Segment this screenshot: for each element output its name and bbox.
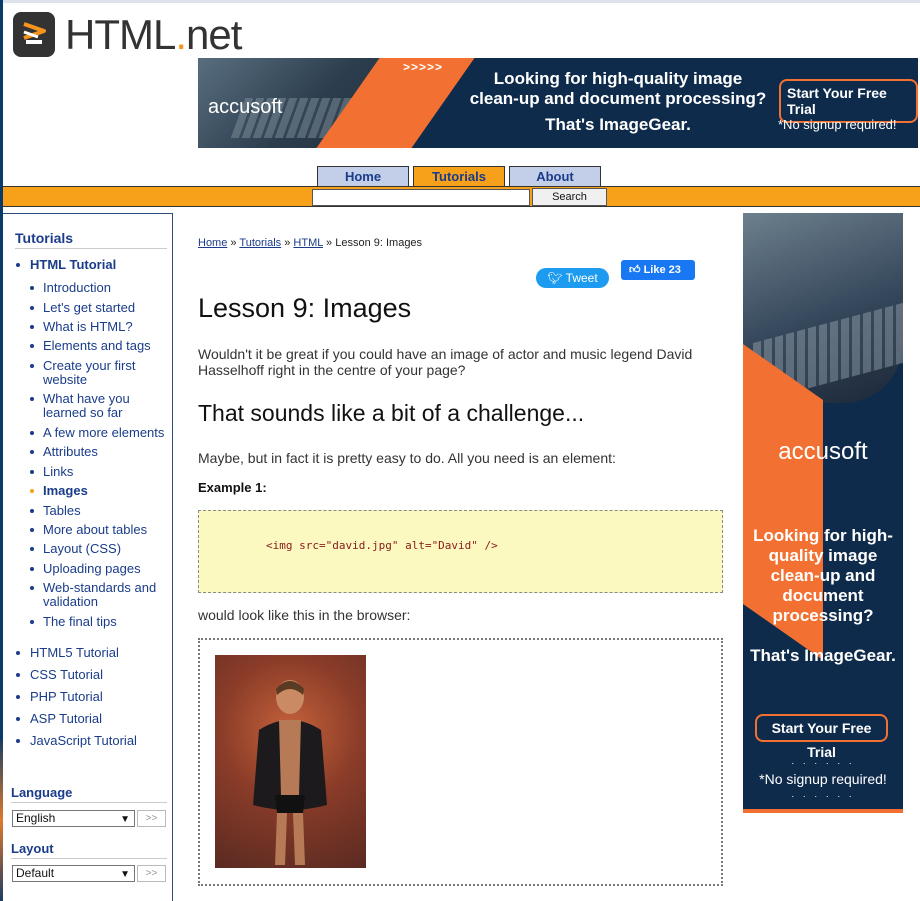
ad-cta-button[interactable]: Start Your Free Trial (755, 714, 888, 760)
paragraph: Maybe, but in fact it is pretty easy to … (198, 450, 616, 466)
example-label: Example 1: (198, 480, 267, 495)
code-text: <img src="david.jpg" alt="David" /> (266, 539, 498, 552)
twitter-bird-icon: 🐦︎ (547, 271, 563, 285)
tab-about[interactable]: About (509, 166, 601, 187)
top-border (0, 0, 920, 3)
ad-message: That's ImageGear. (750, 646, 896, 665)
language-heading: Language (11, 785, 167, 803)
sidebar: Tutorials HTML Tutorial Introduction Let… (3, 213, 173, 901)
logo-text: HTML.net (65, 11, 242, 58)
sidebar-heading: Tutorials (15, 230, 167, 249)
thumbs-up-icon: 👍︎ (629, 264, 641, 276)
tab-home[interactable]: Home (317, 166, 409, 187)
facebook-like-button[interactable]: 👍︎ Like 23 (621, 260, 695, 280)
tab-tutorials[interactable]: Tutorials (413, 166, 505, 187)
breadcrumb-home[interactable]: Home (198, 237, 227, 249)
layout-select[interactable]: Default ▼ (12, 865, 135, 882)
ad-brand-logo: accusoft (208, 96, 283, 118)
breadcrumb-html[interactable]: HTML (293, 237, 323, 249)
tweet-button[interactable]: 🐦︎ Tweet (536, 268, 609, 288)
page-title: Lesson 9: Images (198, 293, 412, 323)
breadcrumb-tutorials[interactable]: Tutorials (239, 237, 281, 249)
ad-arrows: >>>>> (403, 60, 444, 74)
browser-demo-box (198, 638, 723, 886)
intro-paragraph: Wouldn't it be great if you could have a… (198, 346, 693, 378)
ad-brand-logo: accusoft (778, 438, 868, 465)
code-example: <img src="david.jpg" alt="David" /> (198, 510, 723, 593)
ad-message: Looking for high-quality image clean-up … (469, 69, 767, 134)
section-heading: That sounds like a bit of a challenge... (198, 400, 585, 426)
ad-note: *No signup required! (759, 771, 887, 787)
ad-dots: · · · · · · (791, 758, 855, 768)
layout-heading: Layout (11, 841, 167, 859)
chevron-down-icon: ▼ (120, 814, 130, 825)
ad-banner-top[interactable]: >>>>> accusoft Looking for high-quality … (198, 58, 918, 148)
ad-banner-right[interactable]: accusoft Looking for high-quality image … (743, 213, 903, 813)
ad-note: *No signup required! (778, 117, 897, 132)
breadcrumb: Home » Tutorials » HTML » Lesson 9: Imag… (198, 237, 423, 249)
main-tabs: Home Tutorials About (317, 166, 605, 187)
ad-message: Looking for high-quality image clean-up … (753, 526, 893, 625)
layout-go-button[interactable]: >> (137, 865, 166, 882)
search-button[interactable]: Search (532, 188, 607, 206)
paragraph: would look like this in the browser: (198, 607, 411, 623)
breadcrumb-current: Lesson 9: Images (335, 237, 423, 249)
search-input[interactable] (312, 189, 530, 206)
logo-icon (13, 12, 55, 57)
language-go-button[interactable]: >> (137, 810, 166, 827)
site-logo[interactable]: HTML.net (13, 11, 242, 58)
ad-dots: · · · · · · (791, 791, 855, 801)
david-image (215, 655, 366, 868)
language-select[interactable]: English ▼ (12, 810, 135, 827)
chevron-down-icon: ▼ (120, 869, 130, 880)
